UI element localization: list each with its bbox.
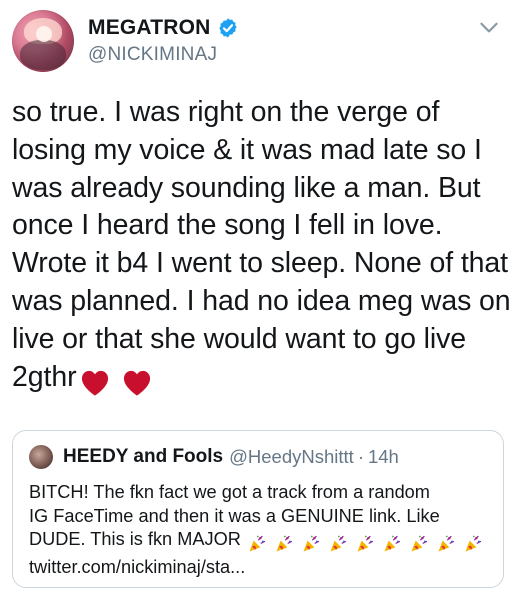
party-popper-icon [303, 535, 320, 552]
tweet-line: Wrote it b4 I went to sleep. None of tha… [12, 247, 508, 280]
quoted-tweet-text: BITCH! The fkn fact we got a track from … [29, 481, 493, 579]
tweet-line: was planned. I had no idea meg was on [12, 284, 511, 317]
avatar[interactable] [12, 10, 74, 72]
party-popper-icon [357, 535, 374, 552]
party-popper-icon [249, 535, 266, 552]
tweet-line-text: 2gthr [12, 360, 77, 393]
hearts-emoji-group [80, 364, 156, 402]
quoted-line: IG FaceTime and then it was a GENUINE li… [29, 505, 440, 526]
tweet-line: once I heard the song I fell in love. [12, 209, 443, 242]
party-popper-icon [276, 535, 293, 552]
verified-badge-icon [218, 18, 237, 38]
heart-icon [82, 370, 109, 396]
party-popper-icon [411, 535, 428, 552]
party-popper-emoji-group [247, 532, 486, 556]
quoted-handle[interactable]: @HeedyNshittt [229, 446, 354, 468]
quoted-display-name[interactable]: HEEDY and Fools [63, 446, 223, 468]
quoted-line-text: DUDE. This is fkn MAJOR [29, 529, 241, 549]
quoted-tweet-card[interactable]: HEEDY and Fools @HeedyNshittt · 14h BITC… [12, 430, 504, 588]
tweet-line: was already sounding like a man. But [12, 171, 481, 204]
chevron-down-icon[interactable] [476, 14, 502, 40]
party-popper-icon [465, 535, 482, 552]
author-names: MEGATRON @NICKIMINAJ [88, 16, 468, 66]
tweet-line: live or that she would want to go live [12, 322, 467, 355]
handle[interactable]: @NICKIMINAJ [88, 44, 468, 66]
tweet-text: so true. I was right on the verge of los… [12, 94, 512, 401]
party-popper-icon [330, 535, 347, 552]
quoted-tweet-header: HEEDY and Fools @HeedyNshittt · 14h [29, 445, 399, 469]
party-popper-icon [438, 535, 455, 552]
display-name-row: MEGATRON [88, 16, 468, 40]
heart-icon [124, 370, 151, 396]
quoted-line-emoji: DUDE. This is fkn MAJOR [29, 528, 493, 556]
tweet-line-last: 2gthr [12, 359, 512, 402]
tweet-line: losing my voice & it was mad late so I [12, 133, 482, 166]
quoted-avatar[interactable] [29, 445, 53, 469]
separator-dot: · [357, 446, 364, 467]
quoted-line: BITCH! The fkn fact we got a track from … [29, 482, 430, 502]
tweet-header: MEGATRON @NICKIMINAJ [12, 10, 508, 74]
quoted-tweet-link[interactable]: twitter.com/nickiminaj/sta... [29, 556, 493, 580]
display-name[interactable]: MEGATRON [88, 16, 211, 40]
party-popper-icon [384, 535, 401, 552]
tweet-line: so true. I was right on the verge of [12, 96, 440, 128]
quoted-timestamp[interactable]: 14h [368, 446, 399, 468]
